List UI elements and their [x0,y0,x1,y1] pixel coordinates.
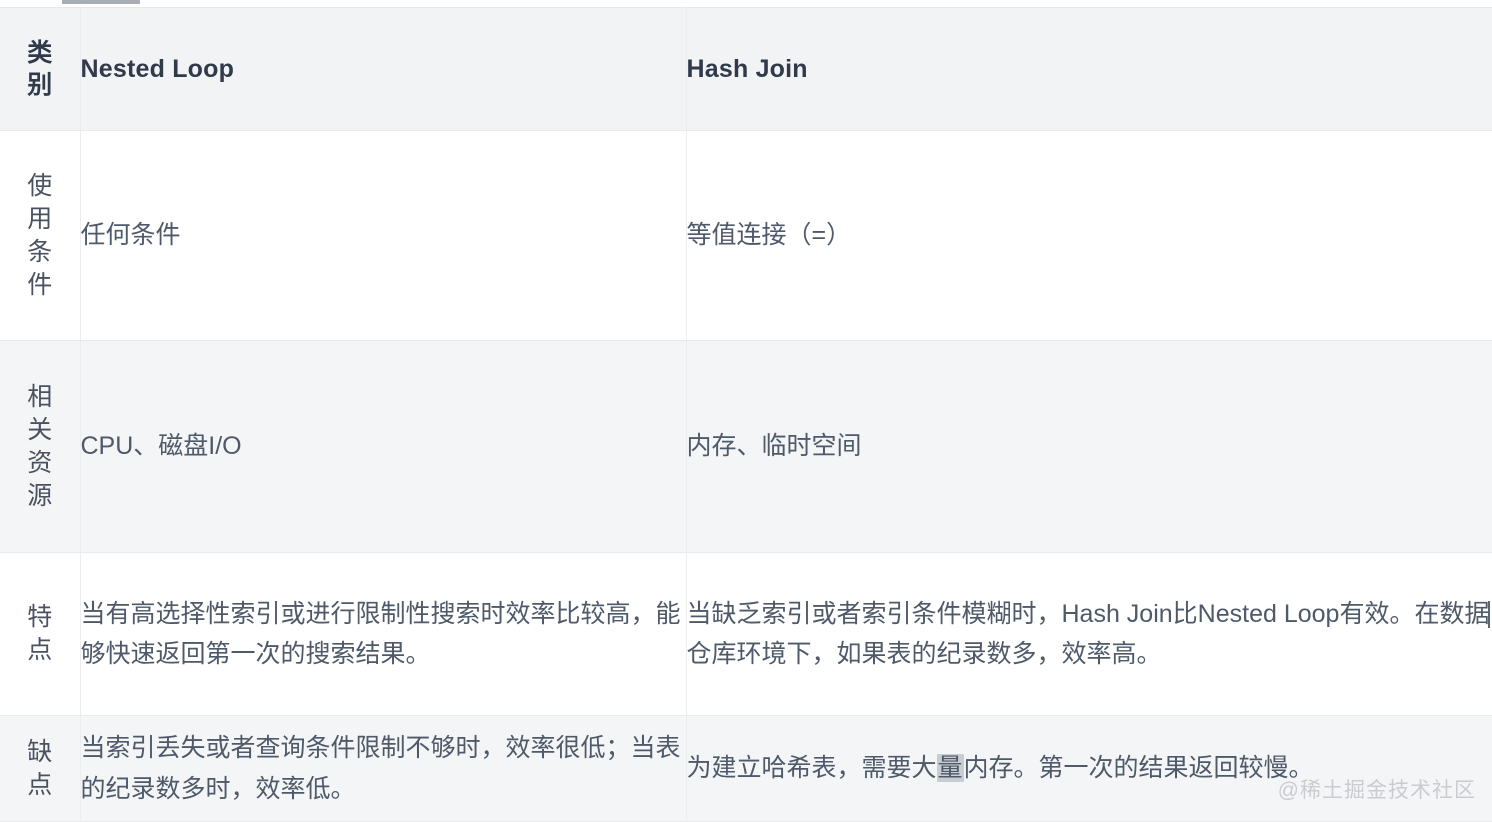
cell-hash-join-advantages: 当缺乏索引或者索引条件模糊时，Hash Join比Nested Loop有效。在… [686,552,1492,716]
comparison-table-wrapper: 类 别 Nested Loop Hash Join 使 用 条 件 任何条件 等… [0,7,1492,822]
cell-text-part-2: 内存。第一次的结果返回较慢。 [963,754,1314,783]
vertical-char: 点 [27,636,53,664]
table-header: 类 别 Nested Loop Hash Join [0,7,1492,131]
table-row-usage-condition: 使 用 条 件 任何条件 等值连接（=） [0,130,1492,341]
category-label-usage-condition: 使 用 条 件 [0,130,81,341]
vertical-char: 资 [27,448,53,477]
join-comparison-table: 类 别 Nested Loop Hash Join 使 用 条 件 任何条件 等… [0,7,1492,822]
table-body: 使 用 条 件 任何条件 等值连接（=） 相 关 资 源 CPU、磁盘I/O 内… [0,130,1492,822]
cell-text-part-2: 仓库环境下，如果表的纪录数多，效率高。 [686,640,1162,668]
cell-text-part-1: 为建立哈希表，需要大 [686,754,937,783]
vertical-char: 用 [27,204,53,233]
cell-hash-join-disadvantages: 为建立哈希表，需要大量内存。第一次的结果返回较慢。 [686,715,1492,822]
vertical-char: 件 [27,270,53,299]
cell-hash-join-usage-condition: 等值连接（=） [686,130,1492,341]
vertical-char: 相 [27,382,53,411]
category-label-disadvantages: 缺 点 [0,715,81,822]
cell-nested-loop-disadvantages: 当索引丢失或者查询条件限制不够时，效率很低；当表的纪录数多时，效率低。 [80,715,687,822]
header-row: 类 别 Nested Loop Hash Join [0,7,1492,131]
header-category-char-1: 类 [27,39,53,67]
cell-hash-join-related-resources: 内存、临时空间 [686,340,1492,553]
category-label-advantages: 特 点 [0,552,81,716]
vertical-char: 源 [27,481,53,510]
vertical-char: 点 [27,770,53,799]
cell-nested-loop-advantages: 当有高选择性索引或进行限制性搜索时效率比较高，能够快速返回第一次的搜索结果。 [80,552,687,716]
text-cursor-icon [1488,600,1491,628]
table-row-advantages: 特 点 当有高选择性索引或进行限制性搜索时效率比较高，能够快速返回第一次的搜索结… [0,552,1492,716]
cell-nested-loop-related-resources: CPU、磁盘I/O [80,340,687,553]
cell-text-part-1: 当缺乏索引或者索引条件模糊时，Hash Join比Nested Loop有效。在… [686,599,1490,628]
top-cutoff-fragment [0,0,1492,7]
cell-nested-loop-usage-condition: 任何条件 [80,130,687,341]
header-category-char-2: 别 [27,71,53,99]
vertical-char: 使 [27,171,53,200]
vertical-char: 关 [27,415,53,444]
vertical-char: 条 [27,237,53,266]
category-label-related-resources: 相 关 资 源 [0,340,81,553]
vertical-char: 特 [27,603,53,631]
header-cell-category: 类 别 [0,7,81,131]
highlighted-char: 量 [936,754,964,783]
header-cell-nested-loop: Nested Loop [80,7,687,131]
table-row-related-resources: 相 关 资 源 CPU、磁盘I/O 内存、临时空间 [0,340,1492,553]
vertical-char: 缺 [27,737,53,766]
header-cell-hash-join: Hash Join [686,7,1492,131]
table-row-disadvantages: 缺 点 当索引丢失或者查询条件限制不够时，效率很低；当表的纪录数多时，效率低。 … [0,715,1492,822]
